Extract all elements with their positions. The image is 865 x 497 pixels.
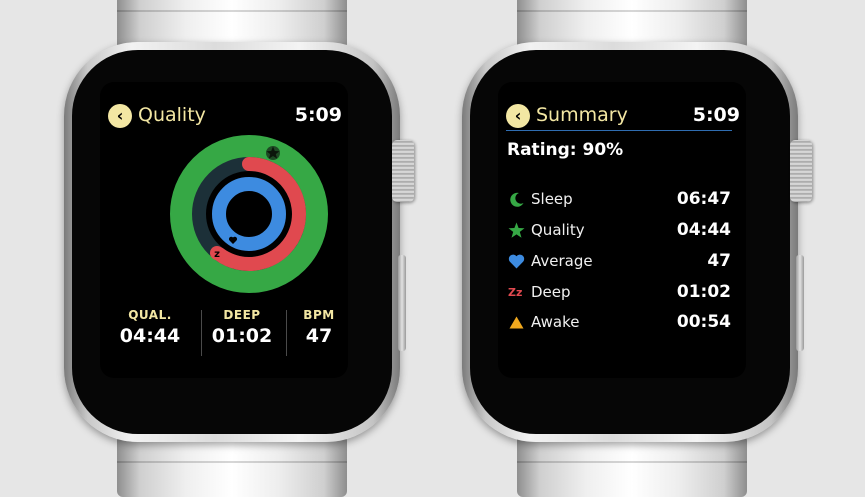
quality-header: ‹ Quality 5:09 (108, 102, 342, 130)
summary-screen: ‹ Summary 5:09 Rating: 90% Sleep 06:47 Q… (498, 82, 746, 378)
star-icon (266, 146, 280, 160)
svg-text:z: z (214, 249, 220, 260)
star-icon (508, 222, 525, 238)
zz-icon: z (210, 246, 224, 260)
moon-icon (510, 192, 524, 207)
row-label: Sleep (531, 190, 573, 208)
summary-row-sleep: Sleep 06:47 (508, 189, 731, 211)
quality-screen: ‹ Quality 5:09 z QUAL. 04:44 DEEP 01:02 … (100, 82, 348, 378)
heart-icon (227, 234, 239, 246)
summary-row-deep: Zz Deep 01:02 (508, 282, 731, 304)
summary-row-average: Average 47 (508, 251, 731, 273)
watch-left: ‹ Quality 5:09 z QUAL. 04:44 DEEP 01:02 … (64, 42, 400, 442)
heart-icon (508, 254, 525, 269)
chevron-left-icon: ‹ (116, 106, 124, 125)
row-value: 47 (707, 251, 731, 271)
rating-text: Rating: 90% (507, 140, 624, 160)
stat-bpm: BPM 47 (281, 308, 348, 347)
side-button[interactable] (398, 255, 406, 351)
stat-label: DEEP (223, 308, 261, 322)
row-value: 06:47 (676, 189, 731, 209)
watch-right: ‹ Summary 5:09 Rating: 90% Sleep 06:47 Q… (462, 42, 798, 442)
summary-header: ‹ Summary 5:09 (506, 102, 740, 130)
clock-time: 5:09 (294, 104, 342, 126)
row-label: Quality (531, 221, 585, 239)
back-button[interactable]: ‹ (506, 104, 530, 128)
stat-deep: DEEP 01:02 (204, 308, 280, 347)
watch-band-bottom-left (117, 435, 347, 497)
page-title: Summary (536, 104, 628, 126)
digital-crown[interactable] (392, 140, 414, 202)
row-value: 04:44 (676, 220, 731, 240)
stat-value: 04:44 (119, 325, 181, 347)
row-value: 01:02 (676, 282, 731, 302)
stat-value: 47 (305, 325, 333, 347)
stat-label: QUAL. (128, 308, 172, 322)
stat-label: BPM (303, 308, 335, 322)
clock-time: 5:09 (692, 104, 740, 126)
row-value: 00:54 (676, 312, 731, 332)
header-divider (506, 130, 732, 131)
stat-divider (201, 310, 202, 356)
chevron-left-icon: ‹ (514, 106, 522, 125)
digital-crown[interactable] (790, 140, 812, 202)
quality-rings: z (170, 135, 328, 293)
page-title: Quality (138, 104, 206, 126)
side-button[interactable] (796, 255, 804, 351)
row-label: Deep (531, 283, 571, 301)
row-label: Average (531, 252, 593, 270)
triangle-icon (509, 316, 524, 329)
stat-quality: QUAL. 04:44 (112, 308, 188, 347)
summary-row-awake: Awake 00:54 (508, 312, 731, 334)
zz-icon: Zz (508, 286, 523, 299)
inner-ring (212, 177, 286, 251)
watch-band-bottom-right (517, 435, 747, 497)
back-button[interactable]: ‹ (108, 104, 132, 128)
stat-value: 01:02 (211, 325, 273, 347)
summary-row-quality: Quality 04:44 (508, 220, 731, 242)
row-label: Awake (531, 313, 580, 331)
